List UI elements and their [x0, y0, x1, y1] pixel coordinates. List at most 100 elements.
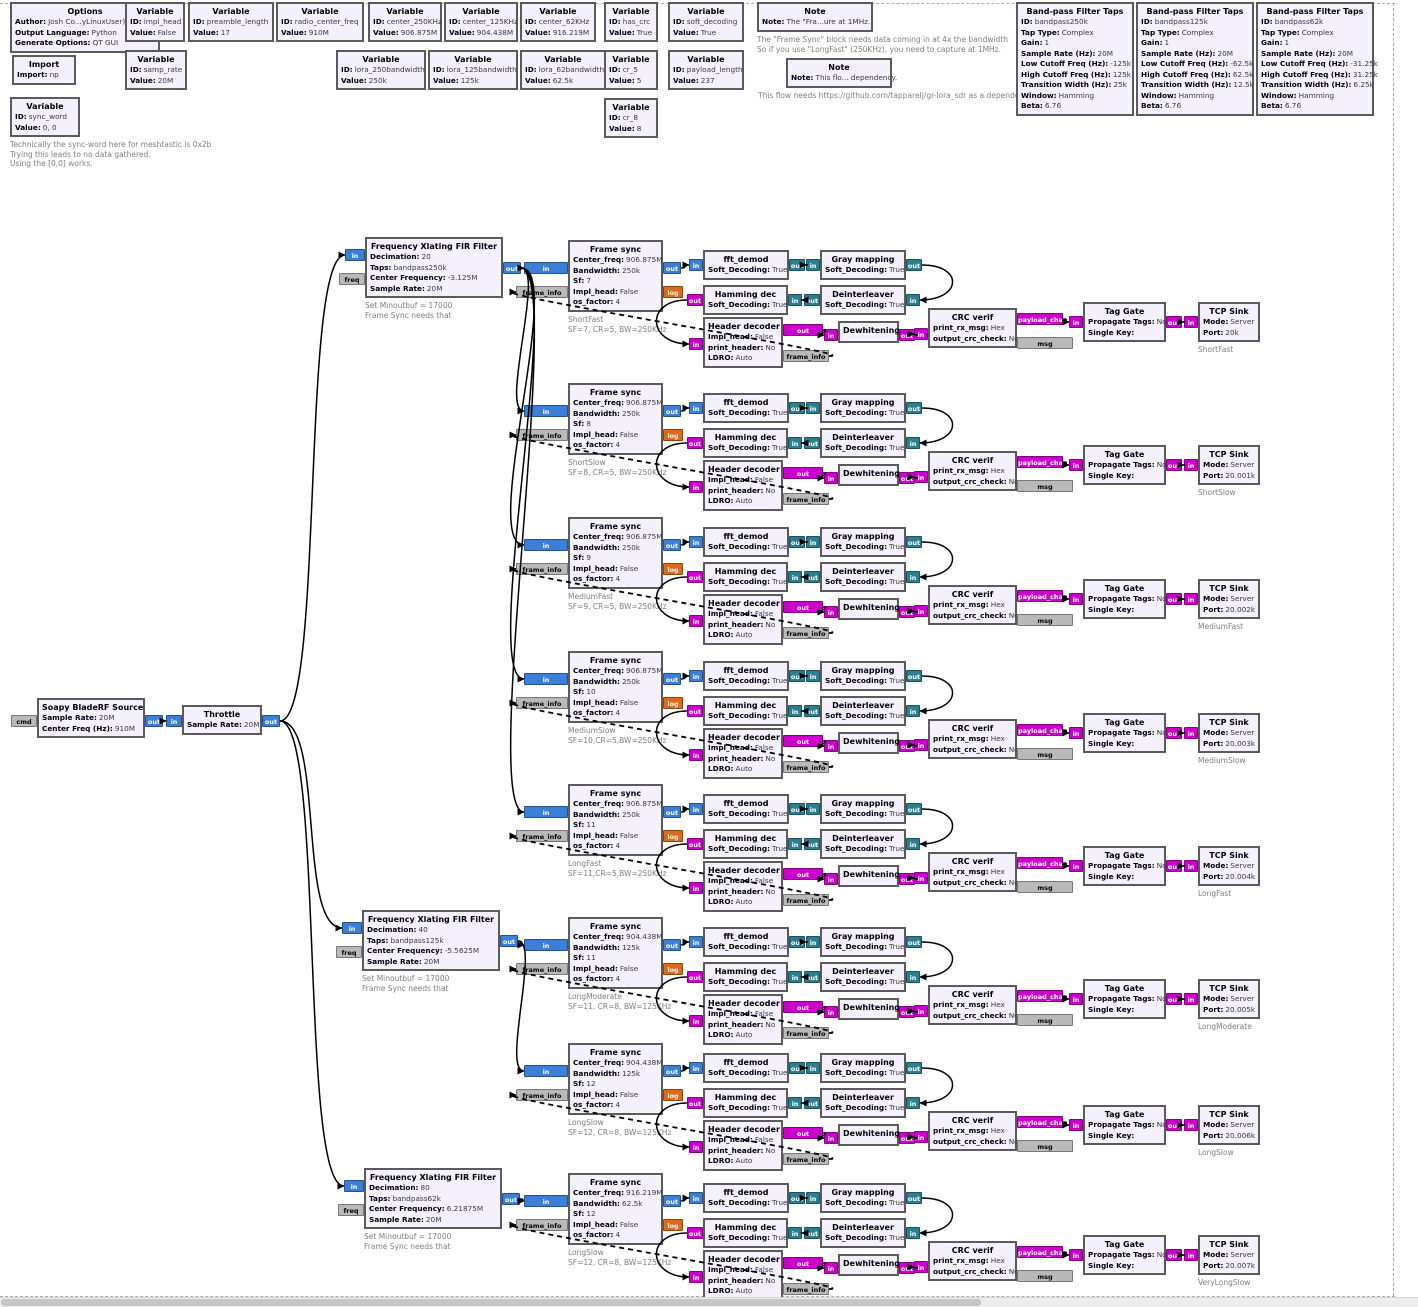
- in-port[interactable]: in: [689, 670, 703, 682]
- in-port[interactable]: in: [906, 437, 920, 449]
- block-r2-gray[interactable]: Gray mappingSoft_Decoding:Trueinout: [820, 393, 906, 423]
- frame-info-port[interactable]: frame_info: [516, 286, 568, 298]
- block-r6-fs[interactable]: Frame syncCenter_freq:904.438MBandwidth:…: [568, 917, 663, 989]
- in-port[interactable]: in: [524, 1065, 568, 1077]
- out-port[interactable]: out: [502, 1193, 520, 1205]
- out-port[interactable]: out: [804, 437, 820, 449]
- in-port[interactable]: in: [689, 1015, 703, 1027]
- out-port[interactable]: out: [789, 536, 805, 548]
- grc-canvas[interactable]: OptionsAuthor:Josh Co...yLinuxUser)Outpu…: [0, 0, 1418, 1307]
- block-var-center-125KHz[interactable]: VariableID:center_125KHzValue:904.438M: [444, 2, 518, 42]
- out-port[interactable]: out: [687, 705, 703, 717]
- in-port[interactable]: in: [806, 536, 820, 548]
- out-port[interactable]: out: [687, 971, 703, 983]
- in-port[interactable]: in: [524, 539, 568, 551]
- in-port[interactable]: in: [342, 922, 362, 934]
- in-port[interactable]: in: [524, 405, 568, 417]
- block-r8-gray[interactable]: Gray mappingSoft_Decoding:Trueinout: [820, 1183, 906, 1213]
- in-port[interactable]: in: [1184, 316, 1198, 328]
- block-r6-deint[interactable]: DeinterleaverSoft_Decoding:Trueoutin: [820, 962, 906, 992]
- frame-info-port[interactable]: frame_info: [516, 963, 568, 975]
- frame-info-port[interactable]: frame_info: [783, 493, 829, 505]
- in-port[interactable]: in: [914, 605, 928, 617]
- out-port[interactable]: out: [262, 715, 280, 727]
- out-port[interactable]: out: [804, 1227, 820, 1239]
- out-port[interactable]: out: [1166, 316, 1182, 328]
- out-port[interactable]: out: [804, 571, 820, 583]
- block-r8-deint[interactable]: DeinterleaverSoft_Decoding:Trueoutin: [820, 1218, 906, 1248]
- out-port[interactable]: out: [899, 1262, 915, 1274]
- out-port[interactable]: out: [899, 1006, 915, 1018]
- block-var-cr-8[interactable]: VariableID:cr_8Value:8: [604, 98, 658, 138]
- in-port[interactable]: in: [1069, 593, 1083, 605]
- block-r1-deint[interactable]: DeinterleaverSoft_Decoding:Trueoutin: [820, 285, 906, 315]
- block-r4-dew[interactable]: Dewhiteninginout: [838, 732, 899, 754]
- out-port[interactable]: out: [899, 329, 915, 341]
- block-r1-dew[interactable]: Dewhiteninginout: [838, 321, 899, 343]
- block-r2-fs[interactable]: Frame syncCenter_freq:906.875MBandwidth:…: [568, 383, 663, 455]
- log-port[interactable]: log: [663, 429, 683, 441]
- frame-info-port[interactable]: frame_info: [783, 1283, 829, 1295]
- frame-info-port[interactable]: frame_info: [783, 350, 829, 362]
- block-r7-hdr[interactable]: Header decoderImpl_head:Falseprint_heade…: [703, 1120, 783, 1171]
- block-r1-ham[interactable]: Hamming decSoft_Decoding:Trueoutin: [703, 285, 788, 315]
- block-soapy[interactable]: Soapy BladeRF SourceSample Rate:20MCente…: [37, 698, 145, 738]
- out-port[interactable]: out: [783, 1257, 823, 1269]
- msg-port[interactable]: msg: [1017, 881, 1073, 893]
- frame-info-port[interactable]: frame_info: [783, 761, 829, 773]
- in-port[interactable]: in: [906, 571, 920, 583]
- in-port[interactable]: in: [345, 249, 365, 261]
- out-port[interactable]: out: [783, 868, 823, 880]
- block-r8-tcp[interactable]: TCP SinkMode:ServerPort:20.007kin: [1198, 1235, 1260, 1275]
- out-port[interactable]: out: [906, 803, 922, 815]
- msg-port[interactable]: msg: [1017, 1140, 1073, 1152]
- payload-char-port[interactable]: payload_char: [1017, 724, 1063, 736]
- log-port[interactable]: log: [663, 563, 683, 575]
- block-r4-fft[interactable]: fft_demodSoft_Decoding:Trueinout: [703, 661, 789, 691]
- block-r7-dew[interactable]: Dewhiteninginout: [838, 1124, 899, 1146]
- in-port[interactable]: in: [689, 615, 703, 627]
- block-r3-tag[interactable]: Tag GatePropagate Tags:NoSingle Key:inou…: [1083, 579, 1166, 619]
- in-port[interactable]: in: [689, 882, 703, 894]
- block-r2-deint[interactable]: DeinterleaverSoft_Decoding:Trueoutin: [820, 428, 906, 458]
- block-r7-ham[interactable]: Hamming decSoft_Decoding:Trueoutin: [703, 1088, 788, 1118]
- scrollbar-thumb[interactable]: [1, 1299, 981, 1306]
- in-port[interactable]: in: [824, 1262, 838, 1274]
- block-r1-tcp[interactable]: TCP SinkMode:ServerPort:20kin: [1198, 302, 1260, 342]
- block-r5-crc[interactable]: CRC verifprint_rx_msg:Hexoutput_crc_chec…: [928, 852, 1017, 892]
- out-port[interactable]: out: [906, 936, 922, 948]
- out-port[interactable]: out: [1166, 993, 1182, 1005]
- block-r4-fs[interactable]: Frame syncCenter_freq:906.875MBandwidth:…: [568, 651, 663, 723]
- block-r5-deint[interactable]: DeinterleaverSoft_Decoding:Trueoutin: [820, 829, 906, 859]
- out-port[interactable]: out: [906, 1192, 922, 1204]
- frame-info-port[interactable]: frame_info: [516, 830, 568, 842]
- block-r6-tag[interactable]: Tag GatePropagate Tags:NoSingle Key:inou…: [1083, 979, 1166, 1019]
- freq-port[interactable]: freq: [339, 273, 365, 285]
- block-r4-crc[interactable]: CRC verifprint_rx_msg:Hexoutput_crc_chec…: [928, 719, 1017, 759]
- out-port[interactable]: out: [1166, 459, 1182, 471]
- block-r2-fft[interactable]: fft_demodSoft_Decoding:Trueinout: [703, 393, 789, 423]
- in-port[interactable]: in: [1069, 860, 1083, 872]
- block-r1-fs[interactable]: Frame syncCenter_freq:906.875MBandwidth:…: [568, 240, 663, 312]
- block-var-center-250KHz[interactable]: VariableID:center_250KHzValue:906.875M: [368, 2, 442, 42]
- block-r6-ham[interactable]: Hamming decSoft_Decoding:Trueoutin: [703, 962, 788, 992]
- block-var-has-crc[interactable]: VariableID:has_crcValue:True: [604, 2, 658, 42]
- frame-info-port[interactable]: frame_info: [783, 894, 829, 906]
- frame-info-port[interactable]: frame_info: [516, 697, 568, 709]
- block-r3-gray[interactable]: Gray mappingSoft_Decoding:Trueinout: [820, 527, 906, 557]
- out-port[interactable]: out: [789, 402, 805, 414]
- block-bandpass250k[interactable]: Band-pass Filter TapsID:bandpass250kTap …: [1016, 2, 1134, 116]
- out-port[interactable]: out: [663, 1065, 681, 1077]
- frame-info-port[interactable]: frame_info: [783, 1027, 829, 1039]
- block-r1-fft[interactable]: fft_demodSoft_Decoding:Trueinout: [703, 250, 789, 280]
- in-port[interactable]: in: [689, 1062, 703, 1074]
- in-port[interactable]: in: [788, 838, 802, 850]
- block-var-lora-125bandwidth[interactable]: VariableID:lora_125bandwidthValue:125k: [428, 50, 518, 90]
- out-port[interactable]: out: [663, 539, 681, 551]
- out-port[interactable]: out: [687, 838, 703, 850]
- out-port[interactable]: out: [906, 1062, 922, 1074]
- block-r2-hdr[interactable]: Header decoderImpl_head:Falseprint_heade…: [703, 460, 783, 511]
- frame-info-port[interactable]: frame_info: [516, 1219, 568, 1231]
- block-r6-gray[interactable]: Gray mappingSoft_Decoding:Trueinout: [820, 927, 906, 957]
- in-port[interactable]: in: [524, 262, 568, 274]
